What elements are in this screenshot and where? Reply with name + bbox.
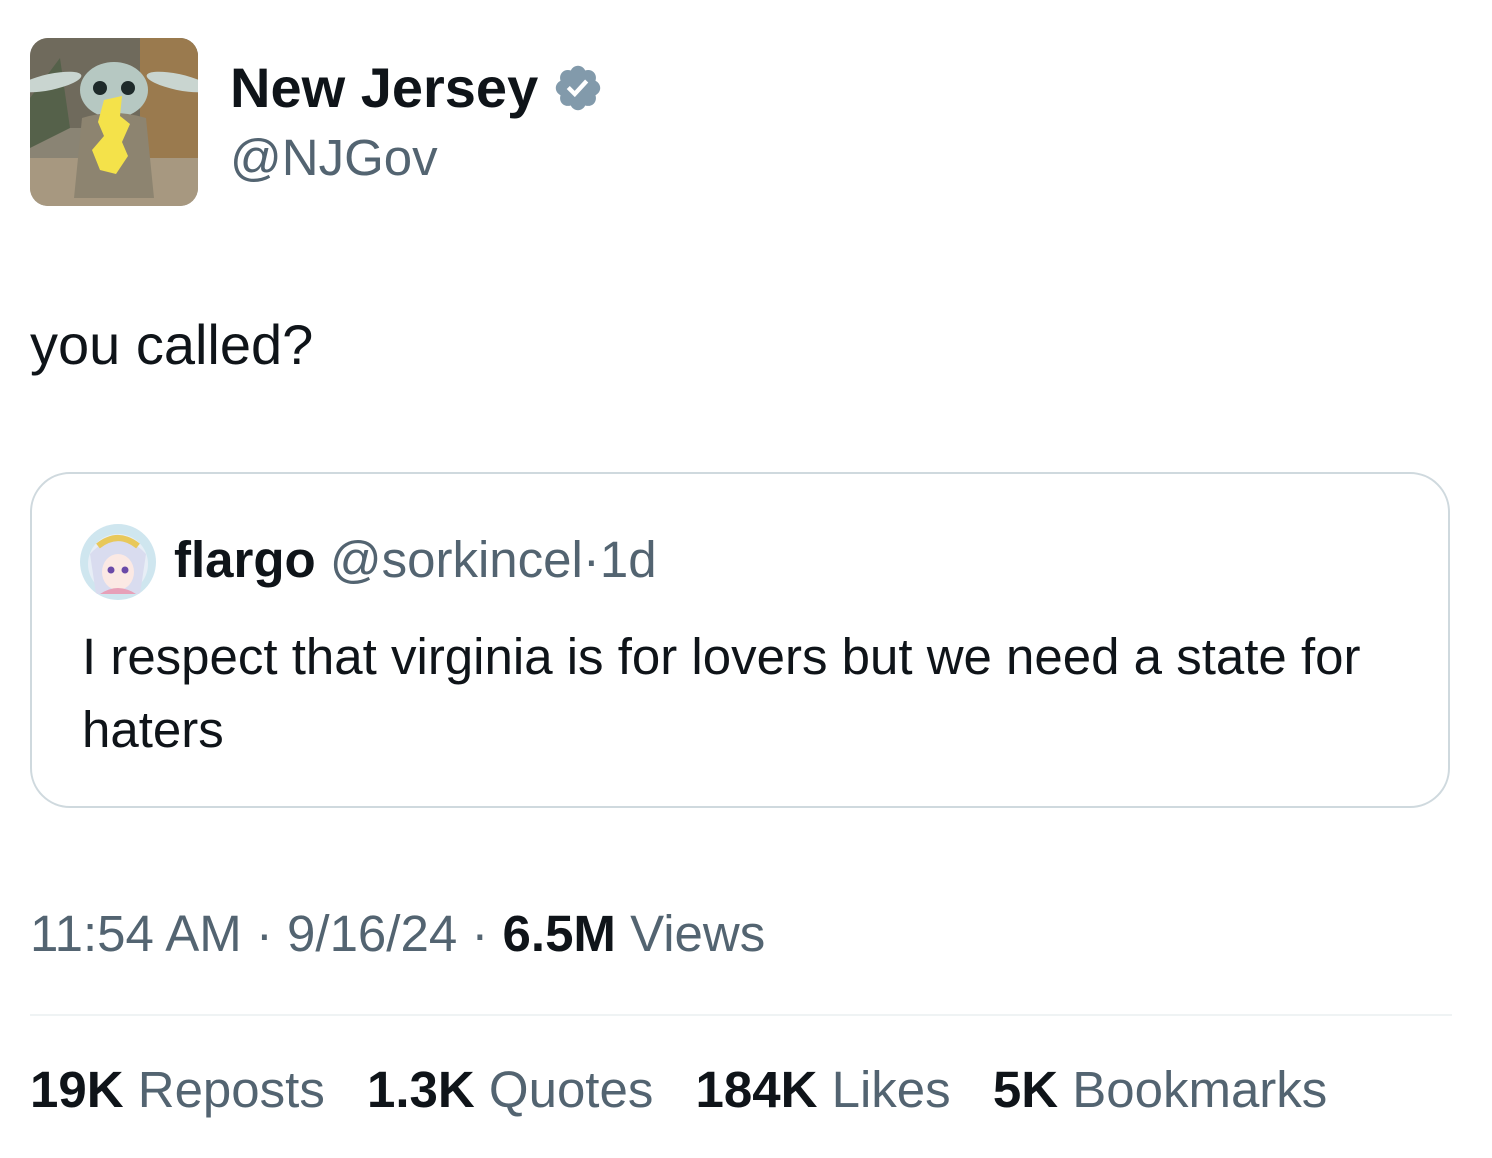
likes-count: 184K	[695, 1061, 818, 1118]
tweet-meta: 11:54 AM · 9/16/24 · 6.5M Views	[30, 902, 765, 966]
reposts-count: 19K	[30, 1061, 124, 1118]
quoted-timestamp[interactable]: 1d	[600, 531, 657, 588]
author-display-name[interactable]: New Jersey	[230, 54, 604, 122]
quoted-author-avatar[interactable]	[80, 524, 156, 600]
views-count: 6.5M	[502, 905, 616, 962]
bookmarks-stat[interactable]: 5K Bookmarks	[993, 1058, 1327, 1122]
quotes-label: Quotes	[488, 1061, 654, 1118]
stats-divider	[30, 1014, 1452, 1016]
quoted-author-handle[interactable]: @sorkincel	[330, 531, 583, 588]
quoted-separator: ·	[582, 531, 600, 588]
author-avatar[interactable]	[30, 38, 198, 206]
views-label: Views	[630, 905, 766, 962]
baby-yoda-avatar-icon	[30, 38, 198, 206]
likes-label: Likes	[831, 1061, 951, 1118]
engagement-stats: 19K Reposts 1.3K Quotes 184K Likes 5K Bo…	[30, 1058, 1355, 1122]
reposts-stat[interactable]: 19K Reposts	[30, 1058, 325, 1122]
meta-separator: ·	[471, 905, 489, 962]
anime-avatar-icon	[80, 524, 156, 600]
bookmarks-label: Bookmarks	[1072, 1061, 1328, 1118]
author-handle[interactable]: @NJGov	[230, 126, 438, 190]
reposts-label: Reposts	[137, 1061, 325, 1118]
quotes-stat[interactable]: 1.3K Quotes	[367, 1058, 653, 1122]
quoted-tweet-text: I respect that virginia is for lovers bu…	[82, 628, 1361, 758]
meta-separator: ·	[255, 905, 273, 962]
author-name-text: New Jersey	[230, 56, 539, 119]
tweet-time[interactable]: 11:54 AM	[30, 905, 242, 962]
quoted-tweet-card[interactable]: flargo @sorkincel·1d I respect that virg…	[30, 472, 1450, 808]
quoted-tweet-header: flargo @sorkincel·1d	[174, 528, 657, 592]
bookmarks-count: 5K	[992, 1061, 1059, 1118]
tweet-date[interactable]: 9/16/24	[287, 905, 457, 962]
verified-badge-icon	[556, 65, 601, 111]
quoted-author-name[interactable]: flargo	[174, 531, 316, 588]
likes-stat[interactable]: 184K Likes	[696, 1058, 951, 1122]
quotes-count: 1.3K	[367, 1061, 475, 1118]
tweet-text: you called?	[30, 313, 314, 376]
